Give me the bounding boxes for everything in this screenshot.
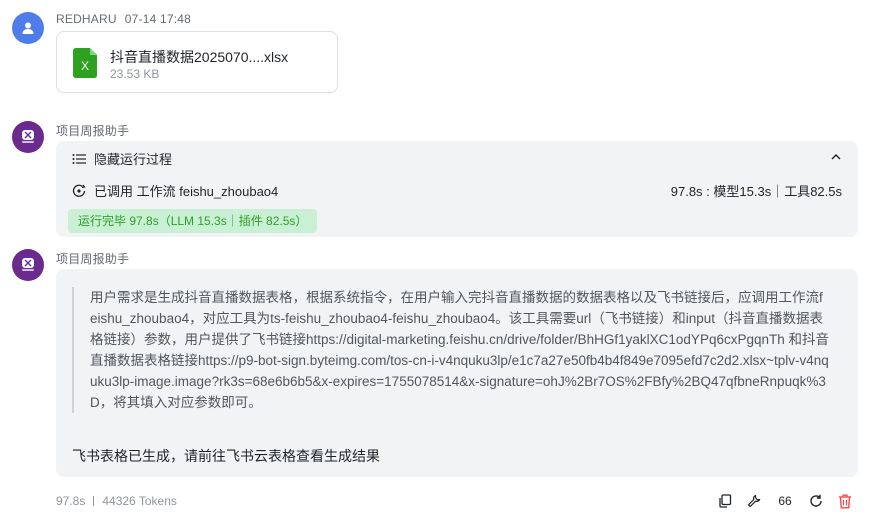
user-avatar[interactable]	[12, 12, 44, 44]
bot-avatar[interactable]	[12, 121, 44, 153]
duration: 97.8s	[56, 494, 86, 508]
message-time: 07-14 17:48	[124, 12, 192, 26]
workflow-icon	[72, 184, 86, 197]
bot-sender-name: 项目周报助手	[56, 124, 130, 138]
workflow-step-label: 已调用 工作流 feishu_zhoubao4	[94, 184, 279, 199]
svg-text:X: X	[81, 59, 89, 73]
excel-file-icon: X	[73, 48, 97, 78]
bot-sender-name: 项目周报助手	[56, 252, 130, 266]
answer-text: 飞书表格已生成，请前往飞书云表格查看生成结果	[72, 448, 380, 464]
run-process-panel: 隐藏运行过程 已调用 工作流 feishu_zhoubao4 97.8s : 模…	[56, 141, 858, 237]
answer-bubble: 用户需求是生成抖音直播数据表格，根据系统指令，在用户输入完抖音直播数据的数据表格…	[56, 269, 858, 477]
meta-divider	[93, 496, 95, 506]
reasoning-quote: 用户需求是生成抖音直播数据表格，根据系统指令，在用户输入完抖音直播数据的数据表格…	[72, 287, 830, 413]
list-icon	[72, 153, 86, 164]
run-toggle[interactable]: 隐藏运行过程	[72, 149, 172, 168]
user-sender-line: REDHARU 07-14 17:48	[56, 12, 191, 26]
user-icon	[22, 22, 34, 34]
refresh-icon	[810, 494, 822, 507]
regenerate-button[interactable]	[808, 492, 824, 510]
trash-icon	[839, 494, 851, 508]
bot-avatar[interactable]	[12, 249, 44, 281]
bot-logo-icon	[22, 258, 34, 271]
chevron-up-icon[interactable]	[830, 151, 842, 163]
wrench-icon	[747, 494, 761, 508]
token-count: 44326 Tokens	[102, 494, 177, 508]
user-sender-name: REDHARU	[56, 12, 117, 26]
quote-count: 66	[778, 494, 792, 508]
copy-button[interactable]	[717, 492, 733, 510]
bot-logo-icon	[22, 130, 34, 143]
quote-button[interactable]: 66	[775, 492, 795, 510]
file-attachment-card[interactable]: X 抖音直播数据2025070....xlsx 23.53 KB	[56, 31, 338, 93]
delete-button[interactable]	[837, 492, 853, 510]
message-actions: 66	[717, 492, 853, 510]
message-meta: 97.8s 44326 Tokens	[56, 494, 177, 508]
run-toggle-label: 隐藏运行过程	[94, 152, 173, 167]
workflow-step[interactable]: 已调用 工作流 feishu_zhoubao4	[72, 181, 278, 200]
workflow-step-stats: 97.8s : 模型15.3s｜工具82.5s	[670, 184, 842, 199]
run-status-badge: 运行完毕 97.8s（LLM 15.3s｜插件 82.5s）	[68, 209, 318, 233]
file-size: 23.53 KB	[110, 67, 160, 81]
debug-button[interactable]	[746, 492, 762, 510]
copy-icon	[719, 494, 732, 508]
file-name: 抖音直播数据2025070....xlsx	[110, 49, 289, 65]
reasoning-text: 用户需求是生成抖音直播数据表格，根据系统指令，在用户输入完抖音直播数据的数据表格…	[90, 290, 829, 410]
